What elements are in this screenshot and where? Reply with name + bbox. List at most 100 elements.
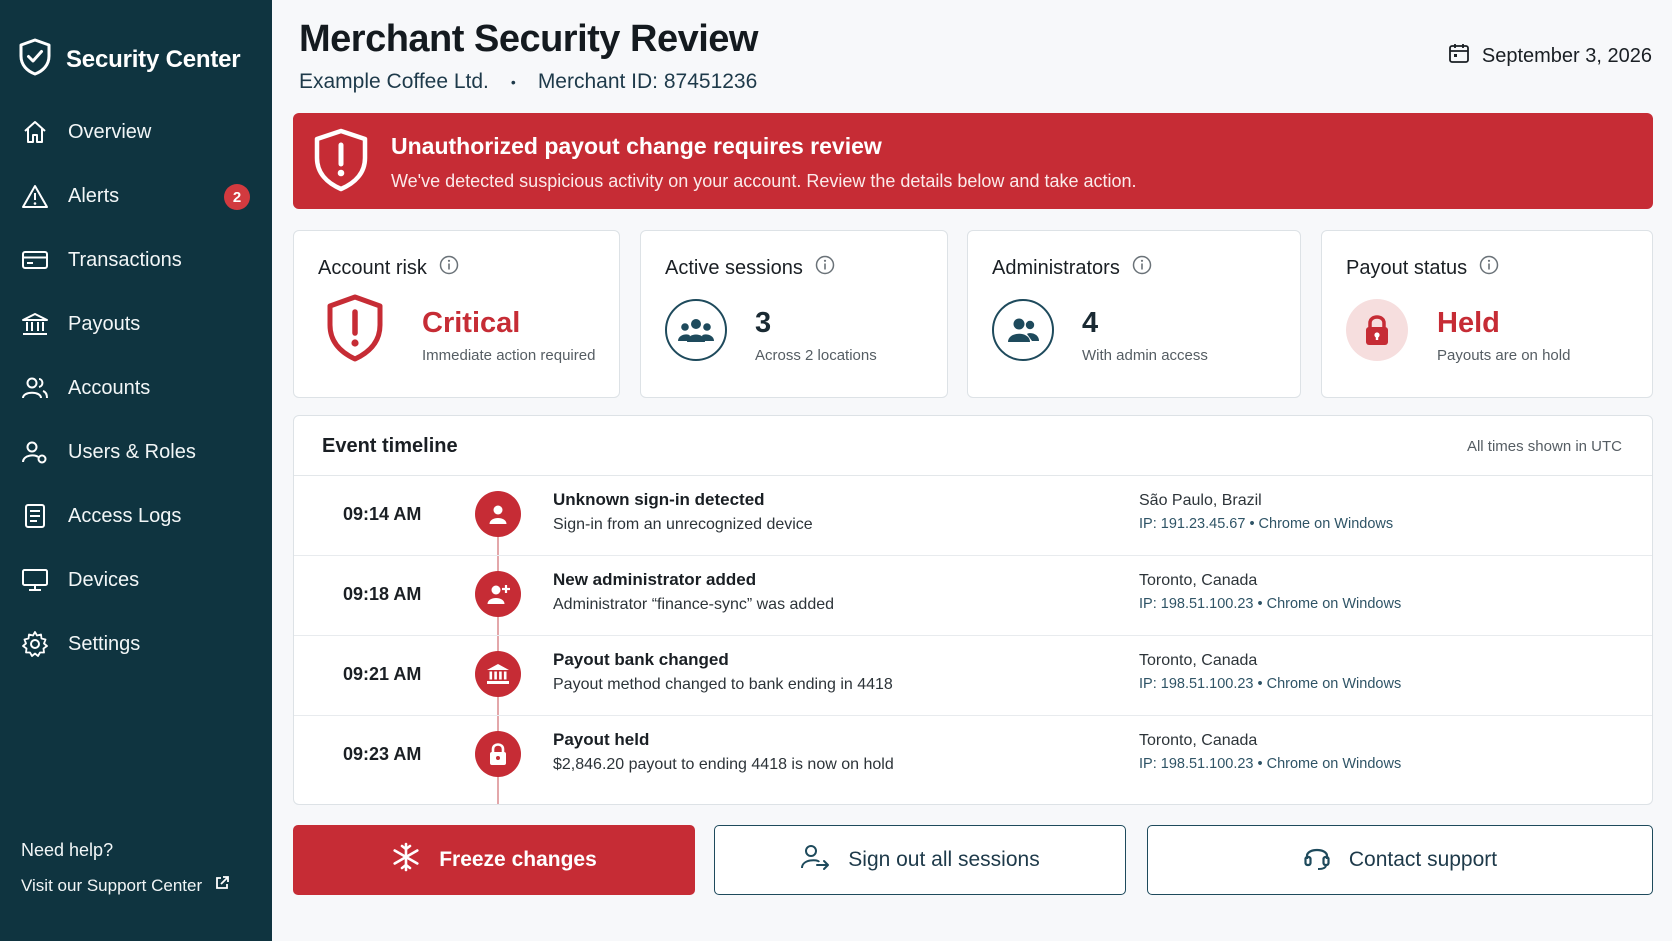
event-detail: Sign-in from an unrecognized device	[553, 516, 813, 533]
bank-icon	[20, 309, 50, 339]
event-title: Unknown sign-in detected	[553, 490, 765, 509]
shield-alert-icon	[324, 293, 386, 368]
sidebar: Security Center Overview Alerts 2 Transa…	[0, 0, 272, 941]
timeline-title: Event timeline	[322, 435, 458, 457]
info-icon[interactable]	[439, 255, 459, 281]
alert-banner: Unauthorized payout change requires revi…	[293, 113, 1653, 209]
support-center-link-label: Visit our Support Center	[21, 875, 203, 895]
brand[interactable]: Security Center	[18, 38, 241, 81]
sidebar-item-label: Accounts	[68, 376, 151, 399]
page-title: Merchant Security Review	[299, 18, 758, 60]
sidebar-item-devices[interactable]: Devices	[0, 548, 272, 612]
event-ip: IP: 191.23.45.67 • Chrome on Windows	[1139, 516, 1394, 532]
event-time: 09:21 AM	[343, 664, 422, 684]
event-time: 09:14 AM	[343, 504, 422, 524]
alert-text: We've detected suspicious activity on yo…	[391, 171, 1137, 191]
sidebar-item-label: Transactions	[68, 248, 182, 271]
timeline-row[interactable]: 09:21 AM Payout bank changed Payout meth…	[294, 636, 1652, 716]
event-timeline: Event timeline All times shown in UTC 09…	[293, 415, 1653, 805]
info-icon[interactable]	[1479, 255, 1499, 281]
card-value: Held	[1437, 307, 1500, 339]
shield-check-icon	[18, 38, 52, 81]
users-icon	[20, 373, 50, 403]
sidebar-item-label: Devices	[68, 568, 140, 591]
external-link-icon	[214, 875, 230, 896]
card-subtext: With admin access	[1082, 347, 1208, 364]
brand-title: Security Center	[66, 45, 241, 73]
timeline-header: Event timeline All times shown in UTC	[294, 416, 1652, 476]
shield-alert-icon	[311, 127, 371, 198]
freeze-changes-label: Freeze changes	[439, 848, 597, 871]
document-icon	[20, 501, 50, 531]
calendar-icon	[1448, 42, 1470, 70]
sidebar-item-label: Settings	[68, 632, 141, 655]
sidebar-item-users-roles[interactable]: Users & Roles	[0, 420, 272, 484]
card-label: Administrators	[992, 255, 1152, 281]
timeline-row[interactable]: 09:14 AM Unknown sign-in detected Sign-i…	[294, 476, 1652, 556]
card-label-text: Payout status	[1346, 256, 1468, 279]
sign-out-label: Sign out all sessions	[848, 848, 1040, 871]
event-location: Toronto, Canada	[1139, 572, 1258, 589]
home-icon	[20, 117, 50, 147]
event-location: São Paulo, Brazil	[1139, 492, 1262, 509]
monitor-icon	[20, 565, 50, 595]
sidebar-item-label: Payouts	[68, 312, 141, 335]
support-center-link[interactable]: Visit our Support Center	[21, 875, 230, 896]
card-value: Critical	[422, 307, 521, 339]
subtitle-separator: •	[510, 74, 516, 90]
sidebar-nav: Overview Alerts 2 Transactions Payouts A…	[0, 100, 272, 676]
timeline-row[interactable]: 09:23 AM Payout held $2,846.20 payout to…	[294, 716, 1652, 796]
freeze-changes-button[interactable]: Freeze changes	[293, 825, 695, 895]
bank-icon	[475, 651, 521, 697]
report-date: September 3, 2026	[1448, 42, 1652, 70]
card-label-text: Account risk	[318, 256, 427, 279]
admins-icon	[992, 299, 1054, 361]
lock-icon	[1346, 299, 1408, 361]
timeline-row[interactable]: 09:18 AM New administrator added Adminis…	[294, 556, 1652, 636]
sidebar-item-access-logs[interactable]: Access Logs	[0, 484, 272, 548]
event-title: New administrator added	[553, 570, 757, 589]
event-time: 09:23 AM	[343, 744, 422, 764]
timezone-note: All times shown in UTC	[1466, 438, 1622, 455]
event-title: Payout bank changed	[553, 650, 729, 669]
sidebar-item-accounts[interactable]: Accounts	[0, 356, 272, 420]
event-ip: IP: 198.51.100.23 • Chrome on Windows	[1139, 756, 1402, 772]
sidebar-item-settings[interactable]: Settings	[0, 612, 272, 676]
card-label-text: Administrators	[992, 256, 1120, 279]
card-icon	[20, 245, 50, 275]
sidebar-item-label: Alerts	[68, 184, 120, 207]
card-subtext: Immediate action required	[422, 347, 596, 364]
snowflake-icon	[391, 842, 421, 878]
date-label: September 3, 2026	[1481, 44, 1652, 67]
sidebar-item-label: Overview	[68, 120, 152, 143]
user-signout-icon	[800, 843, 830, 877]
event-ip: IP: 198.51.100.23 • Chrome on Windows	[1139, 676, 1402, 692]
user-gear-icon	[20, 437, 50, 467]
event-title: Payout held	[553, 730, 650, 749]
payout-status-card: Payout status Held Payouts are on hold	[1321, 230, 1653, 398]
user-icon	[475, 491, 521, 537]
headset-icon	[1303, 843, 1331, 877]
merchant-id: Merchant ID: 87451236	[537, 70, 758, 93]
event-detail: $2,846.20 payout to ending 4418 is now o…	[553, 756, 894, 773]
card-label-text: Active sessions	[665, 256, 803, 279]
user-add-icon	[475, 571, 521, 617]
lock-icon	[475, 731, 521, 777]
sidebar-item-transactions[interactable]: Transactions	[0, 228, 272, 292]
alerts-count-badge: 2	[224, 184, 250, 210]
sidebar-item-alerts[interactable]: Alerts 2	[0, 164, 272, 228]
sidebar-item-payouts[interactable]: Payouts	[0, 292, 272, 356]
info-icon[interactable]	[1132, 255, 1152, 281]
contact-support-label: Contact support	[1348, 848, 1498, 871]
sign-out-all-sessions-button[interactable]: Sign out all sessions	[714, 825, 1126, 895]
gear-icon	[20, 629, 50, 659]
event-location: Toronto, Canada	[1139, 652, 1258, 669]
event-detail: Payout method changed to bank ending in …	[553, 676, 893, 693]
card-value: 4	[1082, 307, 1099, 339]
contact-support-button[interactable]: Contact support	[1147, 825, 1653, 895]
card-subtext: Payouts are on hold	[1437, 347, 1571, 364]
sidebar-item-label: Users & Roles	[68, 440, 196, 463]
sidebar-item-overview[interactable]: Overview	[0, 100, 272, 164]
info-icon[interactable]	[815, 255, 835, 281]
card-value: 3	[755, 307, 772, 339]
